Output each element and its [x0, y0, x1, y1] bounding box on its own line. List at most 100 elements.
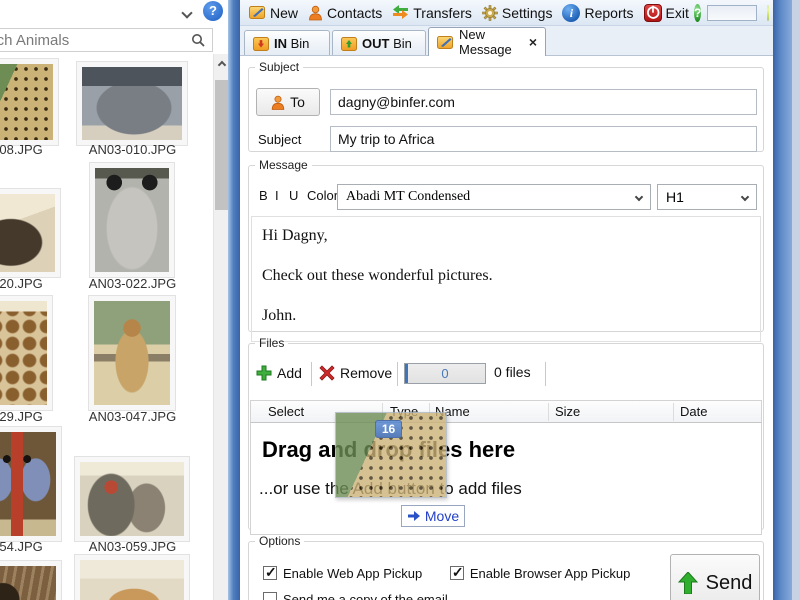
to-field[interactable]	[330, 89, 757, 115]
file-thumbnail[interactable]	[0, 188, 61, 278]
add-files-button[interactable]: Add	[256, 360, 302, 386]
send-label: Send	[705, 571, 753, 594]
status-field[interactable]	[707, 4, 758, 21]
window-border-right	[773, 0, 792, 600]
reports-button[interactable]: i Reports	[557, 2, 638, 24]
in-bin-icon	[253, 36, 269, 51]
font-select[interactable]: Abadi MT Condensed	[337, 184, 651, 210]
file-label: 020.JPG	[0, 276, 43, 291]
help-icon[interactable]: ?	[694, 3, 702, 22]
transfer-arrows-icon	[392, 5, 409, 20]
message-group: Message B I U Color Abadi MT Condensed H…	[248, 158, 764, 342]
search-icon	[191, 33, 206, 48]
chevron-down-icon[interactable]	[181, 4, 199, 19]
column-select[interactable]: Select	[268, 404, 304, 419]
transfer-progressbar: 0	[404, 363, 486, 384]
file-thumbnail[interactable]	[0, 426, 62, 542]
animal-photo	[0, 64, 53, 140]
file-thumbnail[interactable]	[89, 162, 175, 278]
options-row: Enable Web App Pickup Enable Browser App…	[263, 564, 631, 581]
explorer-help-icon[interactable]: ?	[203, 1, 223, 21]
settings-button[interactable]: Settings	[477, 3, 558, 23]
heading-select[interactable]: H1	[657, 184, 757, 210]
file-thumbnail[interactable]	[0, 58, 59, 146]
compose-icon	[437, 35, 454, 50]
files-group: Files Add Remove 0 0 files Select Type N…	[248, 336, 764, 535]
animal-photo	[80, 560, 184, 600]
message-body-editor[interactable]: Hi Dagny, Check out these wonderful pict…	[251, 216, 761, 342]
options-group-legend: Options	[259, 534, 301, 548]
new-button[interactable]: New	[244, 3, 303, 23]
tab-new-message[interactable]: New Message ×	[428, 27, 546, 57]
animal-photo	[94, 301, 170, 405]
out-bin-icon	[341, 36, 357, 51]
explorer-scrollbar[interactable]	[213, 54, 228, 600]
drop-zone[interactable]: Drag and drop files here ...or use the A…	[250, 423, 762, 535]
binfer-app-window: New Contacts Transfers Settings i Report…	[240, 0, 773, 600]
font-select-value: Abadi MT Condensed	[346, 189, 471, 204]
remove-files-button[interactable]: Remove	[319, 360, 392, 386]
options-row: Send me a copy of the email	[263, 592, 448, 600]
italic-button[interactable]: I	[275, 188, 279, 203]
close-icon[interactable]: ×	[529, 34, 537, 50]
transfers-button[interactable]: Transfers	[387, 3, 477, 23]
web-app-pickup-checkbox[interactable]	[263, 564, 277, 581]
contacts-button[interactable]: Contacts	[303, 3, 387, 23]
animal-photo	[0, 301, 47, 405]
scrollbar-thumb[interactable]	[215, 80, 228, 210]
settings-label: Settings	[501, 4, 553, 21]
tab-out-bin[interactable]: OUT Bin	[332, 30, 426, 56]
power-icon	[643, 3, 662, 22]
to-button[interactable]: To	[256, 88, 320, 116]
bold-button[interactable]: B	[259, 188, 268, 203]
tab-out-rest: Bin	[389, 36, 412, 51]
file-thumbnail[interactable]	[74, 456, 190, 542]
window-border-left	[228, 0, 240, 600]
column-size[interactable]: Size	[555, 404, 580, 419]
column-separator	[673, 403, 674, 421]
scroll-up-arrow-icon[interactable]	[214, 54, 228, 74]
subject-group-legend: Subject	[259, 60, 300, 74]
progress-value: 0	[441, 366, 449, 381]
files-count: 0 files	[494, 364, 531, 380]
file-thumbnail[interactable]	[88, 295, 176, 411]
exit-button[interactable]: Exit	[639, 2, 694, 24]
heading-select-value: H1	[666, 189, 684, 205]
desktop-edge	[792, 0, 800, 600]
file-thumbnail[interactable]	[0, 295, 53, 411]
send-button[interactable]: Send	[670, 554, 760, 600]
tab-bar: IN Bin OUT Bin New Message ×	[240, 26, 773, 57]
files-group-legend: Files	[259, 336, 285, 350]
contact-person-icon	[308, 5, 323, 21]
tab-new-message-label: New Message	[459, 27, 512, 57]
subject-label: Subject	[258, 132, 302, 147]
file-thumbnail[interactable]	[76, 61, 188, 146]
message-line: Hi Dagny,	[262, 227, 328, 244]
underline-button[interactable]: U	[289, 188, 298, 203]
color-button[interactable]: Color	[307, 188, 338, 203]
file-label: AN03-059.JPG	[88, 539, 177, 554]
explorer-panel: ? 008.JPG AN03-010.JPG 020.JPG AN03-022.…	[0, 0, 228, 600]
add-label: Add	[277, 365, 302, 381]
send-copy-checkbox[interactable]	[263, 592, 277, 600]
tab-in-bin[interactable]: IN Bin	[244, 30, 330, 56]
toolbar-separator	[311, 362, 312, 386]
browser-app-pickup-label: Enable Browser App Pickup	[469, 566, 631, 581]
animal-photo	[82, 67, 182, 140]
file-label: 029.JPG	[0, 409, 43, 424]
move-indicator: Move	[401, 505, 465, 527]
tab-out-strong: OUT	[362, 36, 390, 51]
message-group-legend: Message	[259, 158, 308, 172]
subject-field[interactable]	[330, 126, 757, 152]
chevron-down-icon	[740, 192, 750, 202]
file-thumbnail[interactable]	[74, 554, 190, 600]
search-box	[0, 28, 213, 52]
file-label: AN03-022.JPG	[88, 276, 177, 291]
send-arrow-icon	[677, 572, 698, 594]
column-date[interactable]: Date	[680, 404, 707, 419]
status-bulb-icon	[767, 4, 769, 21]
send-copy-label: Send me a copy of the email	[283, 592, 448, 600]
browser-app-pickup-checkbox[interactable]	[449, 564, 464, 581]
file-thumbnail[interactable]	[0, 560, 62, 600]
search-input[interactable]	[0, 29, 212, 51]
